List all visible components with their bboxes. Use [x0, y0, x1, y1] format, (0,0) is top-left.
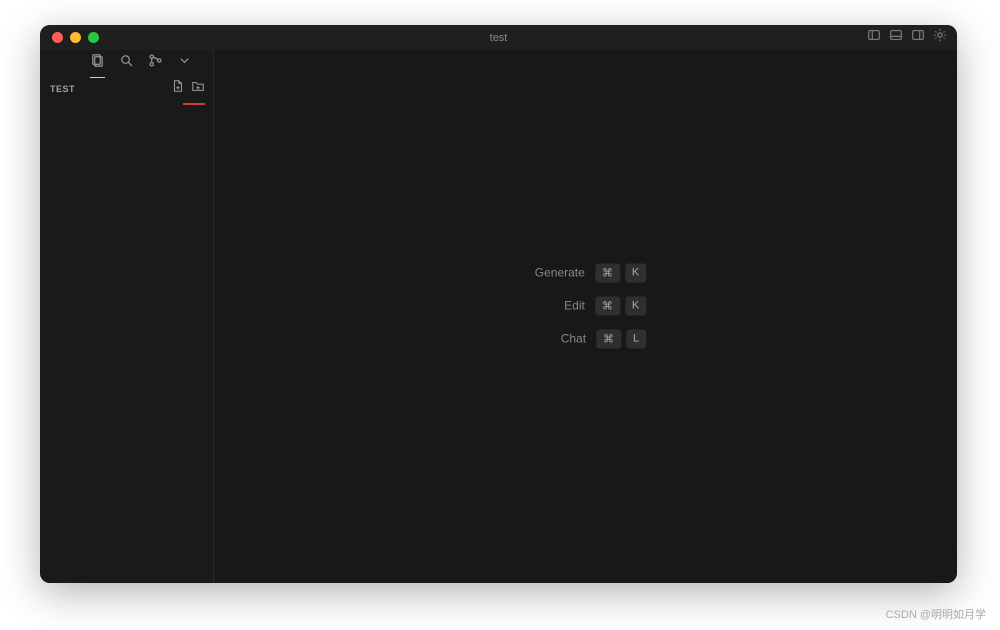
shortcut-label: Chat — [526, 332, 586, 346]
new-folder-icon[interactable] — [191, 79, 205, 98]
sidebar-title-row: TEST — [40, 76, 213, 101]
shortcut-chat: Chat ⌘ L — [525, 329, 646, 348]
app-window: test TEST — [40, 25, 957, 583]
watermark: CSDN @明明如月学 — [886, 606, 986, 622]
minimize-window-button[interactable] — [70, 32, 81, 43]
layout-right-icon[interactable] — [911, 28, 925, 47]
shortcut-edit: Edit ⌘ K — [525, 296, 646, 315]
settings-gear-icon[interactable] — [933, 28, 947, 47]
titlebar: test — [40, 25, 957, 50]
new-file-icon[interactable] — [171, 79, 185, 98]
titlebar-actions — [867, 28, 947, 47]
shortcut-label: Generate — [525, 266, 585, 280]
key-group: ⌘ K — [595, 296, 646, 315]
keycap-cmd: ⌘ — [595, 296, 620, 315]
keycap-k: K — [625, 296, 646, 315]
source-control-tab-icon[interactable] — [148, 53, 163, 73]
sidebar-title: TEST — [50, 84, 75, 94]
traffic-lights — [52, 32, 99, 43]
main-area: TEST Generate ⌘ K Edit — [40, 50, 957, 583]
maximize-window-button[interactable] — [88, 32, 99, 43]
search-tab-icon[interactable] — [119, 53, 134, 73]
layout-left-icon[interactable] — [867, 28, 881, 47]
close-window-button[interactable] — [52, 32, 63, 43]
editor-area: Generate ⌘ K Edit ⌘ K Chat ⌘ — [214, 50, 957, 583]
shortcut-generate: Generate ⌘ K — [525, 263, 646, 282]
keycap-l: L — [626, 329, 646, 348]
shortcut-label: Edit — [525, 299, 585, 313]
key-group: ⌘ K — [595, 263, 646, 282]
welcome-shortcuts: Generate ⌘ K Edit ⌘ K Chat ⌘ — [525, 263, 646, 348]
error-indicator — [183, 103, 205, 105]
sidebar-tab-bar — [40, 50, 213, 76]
explorer-tab-icon[interactable] — [90, 53, 105, 78]
sidebar: TEST — [40, 50, 214, 583]
keycap-cmd: ⌘ — [595, 263, 620, 282]
window-title: test — [490, 32, 508, 44]
keycap-k: K — [625, 263, 646, 282]
chevron-down-icon[interactable] — [177, 53, 192, 73]
key-group: ⌘ L — [596, 329, 646, 348]
keycap-cmd: ⌘ — [596, 329, 621, 348]
panel-bottom-icon[interactable] — [889, 28, 903, 47]
